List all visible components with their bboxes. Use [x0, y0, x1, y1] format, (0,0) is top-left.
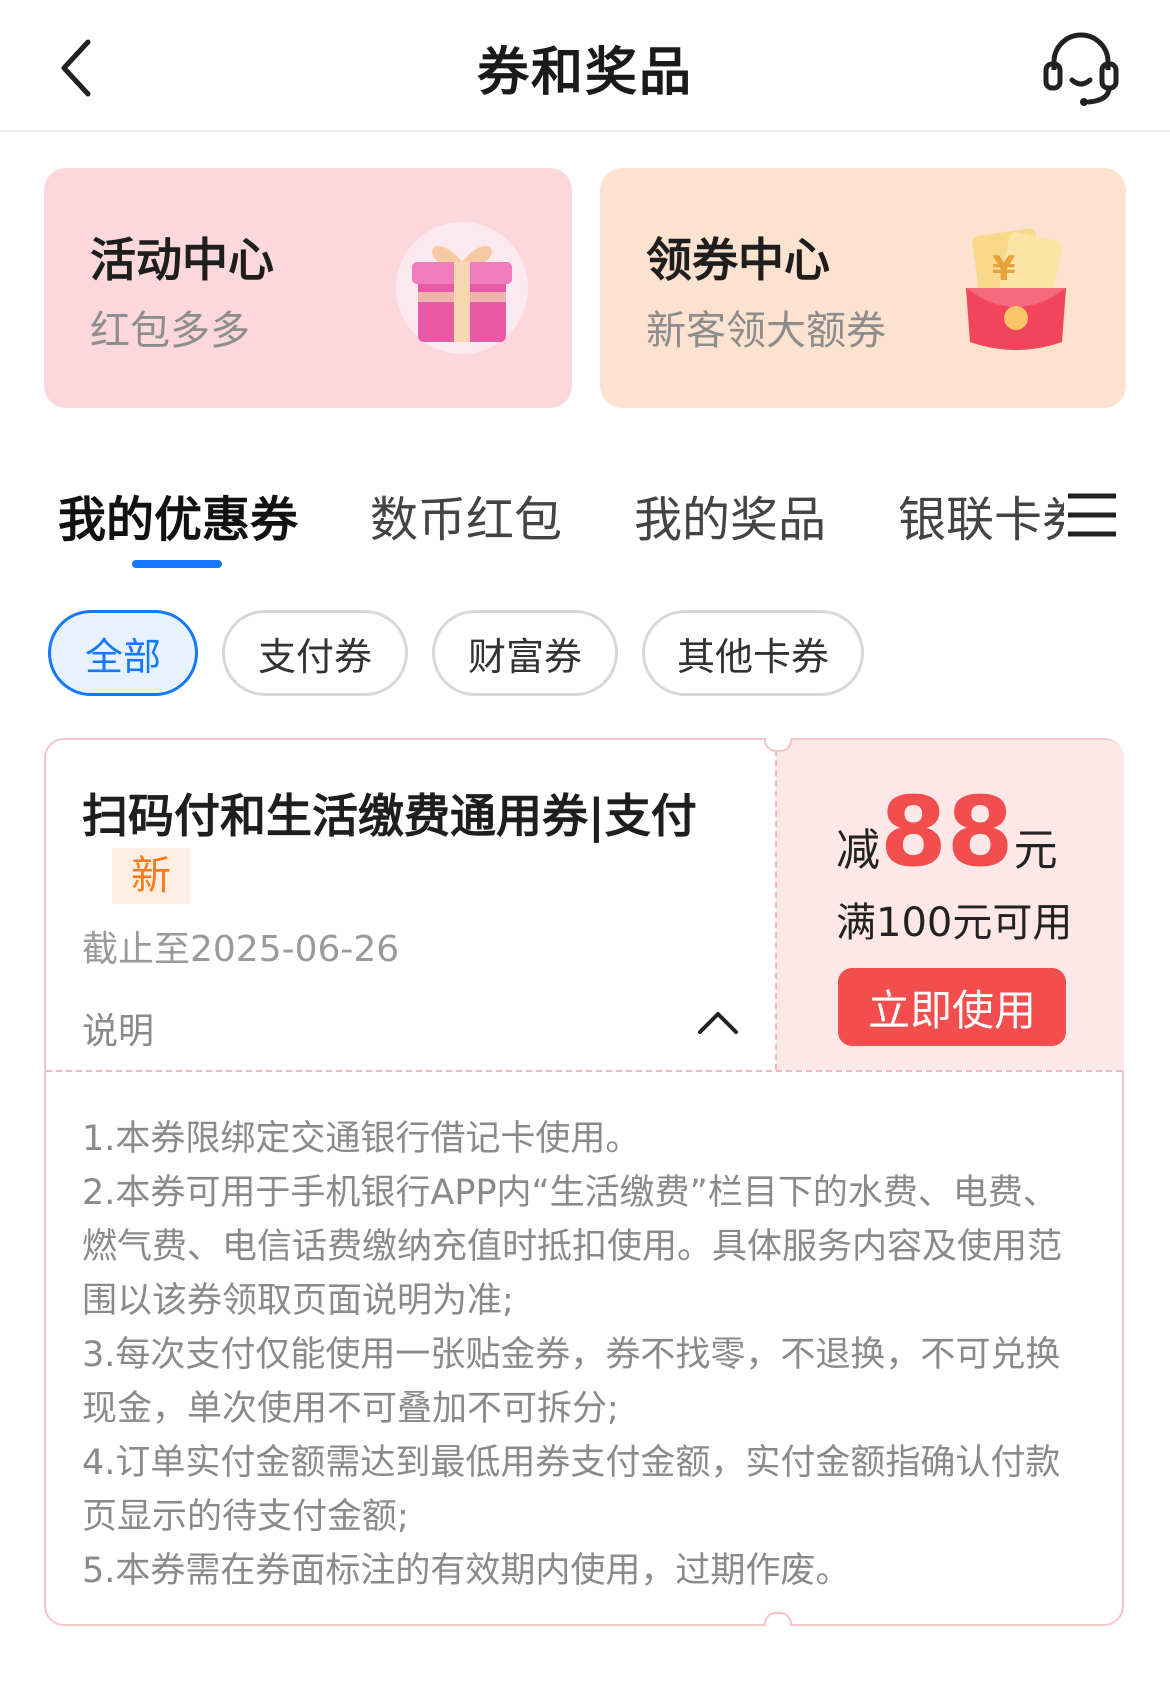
- coupon-card: 扫码付和生活缴费通用券|支付 新 截止至2025-06-26 说明 减88元 满…: [44, 738, 1124, 1626]
- discount-amount-line: 减88元: [836, 776, 1058, 888]
- activity-center-title: 活动中心: [90, 233, 274, 287]
- coupon-rules: 1.本券限绑定交通银行借记卡使用。 2.本券可用于手机银行APP内“生活缴费”栏…: [82, 1112, 1086, 1598]
- filter-chip-other-cards[interactable]: 其他卡券: [642, 610, 864, 696]
- coupon-center-title: 领券中心: [646, 233, 830, 287]
- tab-unionpay-cards[interactable]: 银联卡券: [898, 480, 1068, 550]
- coupon-vertical-divider: [775, 740, 777, 1070]
- discount-unit: 元: [1013, 825, 1058, 876]
- chevron-up-icon[interactable]: [696, 1004, 740, 1040]
- discount-amount: 88: [880, 776, 1014, 888]
- page-title: 券和奖品: [476, 43, 693, 103]
- filter-chip-all[interactable]: 全部: [48, 610, 198, 696]
- activity-center-subtitle: 红包多多: [90, 308, 250, 354]
- gift-box-icon: [396, 222, 528, 354]
- description-toggle-label[interactable]: 说明: [82, 1002, 154, 1054]
- rule-item: 4.订单实付金额需达到最低用券支付金额，实付金额指确认付款页显示的待支付金额;: [82, 1443, 1061, 1537]
- discount-prefix: 减: [836, 825, 880, 876]
- new-badge: 新: [112, 848, 190, 904]
- coupon-notch-bottom: [764, 1612, 792, 1626]
- coupon-center-subtitle: 新客领大额券: [646, 308, 886, 354]
- top-bar: 券和奖品: [0, 0, 1170, 132]
- tab-digital-red-packet[interactable]: 数币红包: [370, 480, 562, 550]
- filter-chip-payment[interactable]: 支付券: [222, 610, 408, 696]
- tab-my-prizes[interactable]: 我的奖品: [634, 480, 826, 550]
- tab-unionpay-clip: 银联卡券: [896, 480, 1068, 550]
- rule-item: 5.本券需在券面标注的有效期内使用，过期作废。: [82, 1551, 851, 1591]
- tab-my-coupons[interactable]: 我的优惠券: [58, 480, 298, 550]
- coupon-center-card[interactable]: 领券中心 新客领大额券 ¥: [600, 168, 1126, 408]
- rule-item: 1.本券限绑定交通银行借记卡使用。: [82, 1119, 641, 1159]
- red-envelope-coupon-icon: ¥: [966, 228, 1066, 350]
- filter-chip-wealth[interactable]: 财富券: [432, 610, 618, 696]
- coupon-expiry: 截止至2025-06-26: [82, 929, 400, 970]
- use-now-button[interactable]: 立即使用: [838, 968, 1066, 1046]
- coupon-name: 扫码付和生活缴费通用券|支付: [82, 789, 697, 843]
- usage-threshold: 满100元可用: [836, 900, 1073, 946]
- active-tab-indicator: [132, 560, 222, 568]
- menu-icon[interactable]: [1064, 490, 1120, 540]
- coupon-horizontal-divider: [46, 1070, 1122, 1072]
- rule-item: 3.每次支付仅能使用一张贴金券，券不找零，不退换，不可兑换现金，单次使用不可叠加…: [82, 1335, 1061, 1429]
- customer-service-headset-icon[interactable]: [1036, 22, 1126, 112]
- svg-text:¥: ¥: [992, 249, 1016, 289]
- activity-center-card[interactable]: 活动中心 红包多多: [44, 168, 572, 408]
- rule-item: 2.本券可用于手机银行APP内“生活缴费”栏目下的水费、电费、燃气费、电信话费缴…: [82, 1173, 1063, 1321]
